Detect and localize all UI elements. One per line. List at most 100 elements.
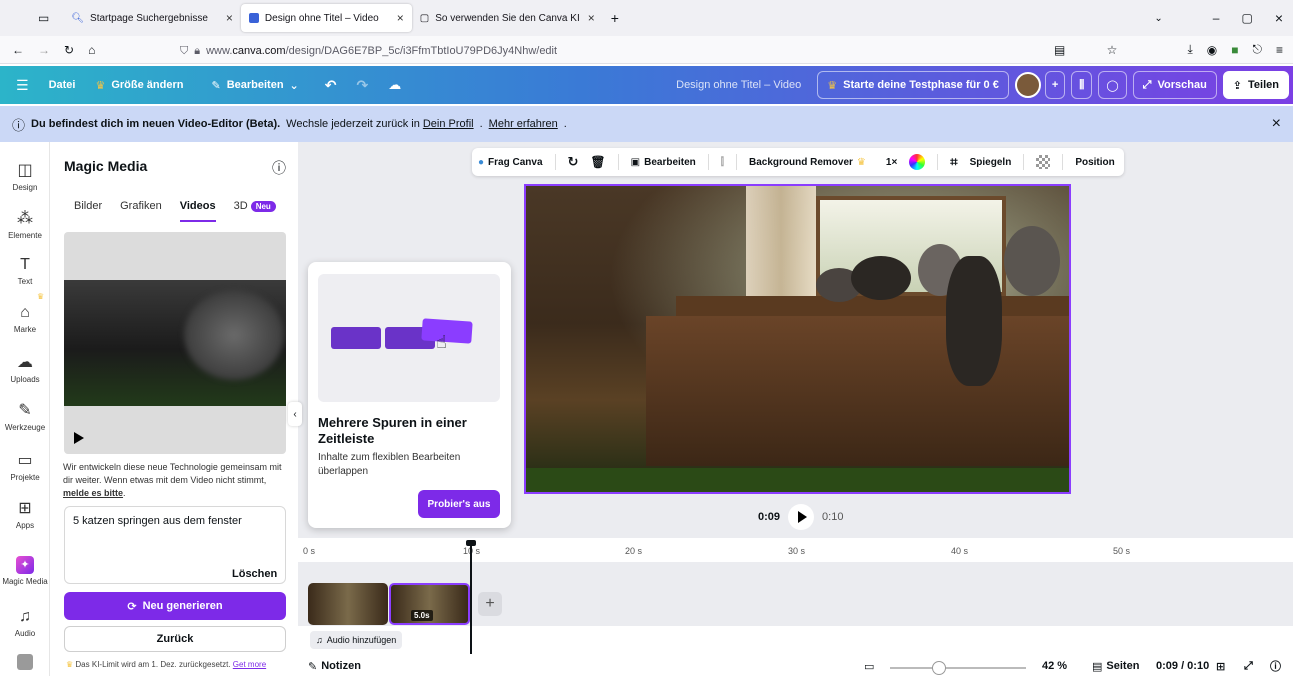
page-view-icon[interactable]: ▭ xyxy=(864,660,874,673)
zoom-slider-handle[interactable] xyxy=(932,661,946,675)
rail-item-elements[interactable]: ⁂ Elemente xyxy=(0,208,50,240)
close-banner-icon[interactable]: × xyxy=(1272,115,1281,133)
playhead-handle[interactable] xyxy=(466,540,476,546)
add-audio-button[interactable]: ♫ Audio hinzufügen xyxy=(310,631,403,649)
browser-tab-help[interactable]: ▢ So verwenden Sie den Canva KI × xyxy=(412,4,603,32)
tab-graphics[interactable]: Grafiken xyxy=(120,200,162,222)
comments-button[interactable]: ◯ xyxy=(1098,71,1127,99)
resize-label: Größe ändern xyxy=(111,79,184,91)
play-icon[interactable] xyxy=(74,432,84,444)
resize-button[interactable]: ♛ Größe ändern xyxy=(85,66,193,104)
info-icon[interactable]: ⓘ xyxy=(272,158,286,178)
browser-tab-canva[interactable]: Design ohne Titel – Video × xyxy=(240,4,412,32)
tab-overflow-icon[interactable]: ⌄ xyxy=(1154,13,1162,24)
account-icon[interactable]: ◉ xyxy=(1207,43,1217,57)
browser-tab-startpage[interactable]: 🔍︎ Startpage Suchergebnisse × xyxy=(63,4,241,32)
start-trial-button[interactable]: ♛ Starte deine Testphase für 0 € xyxy=(817,71,1009,99)
forward-icon[interactable]: → xyxy=(38,43,50,57)
video-clip-selected[interactable]: 5.0s xyxy=(389,583,470,625)
edit-mode-button[interactable]: ✎ Bearbeiten ⌄ xyxy=(201,66,308,104)
grid-view-icon[interactable]: ⊞ xyxy=(1216,660,1225,673)
new-tab-icon[interactable]: + xyxy=(611,10,619,26)
pages-button[interactable]: ▤ Seiten xyxy=(1092,660,1139,673)
ask-canva-button[interactable]: ● Frag Canva xyxy=(478,157,543,168)
redo-button[interactable]: ↷ xyxy=(347,66,379,104)
generated-video-preview[interactable] xyxy=(64,232,286,454)
rail-item-design[interactable]: ◫ Design xyxy=(0,160,50,192)
hamburger-menu-button[interactable]: ☰ xyxy=(0,66,39,104)
avatar[interactable] xyxy=(1014,72,1041,98)
file-menu-button[interactable]: Datei xyxy=(39,66,86,104)
rail-item-text[interactable]: T Text xyxy=(0,256,50,286)
fullscreen-icon[interactable]: ⤢ xyxy=(1244,660,1253,673)
folder-icon: ▭ xyxy=(17,452,33,469)
share-button[interactable]: ⇪ Teilen xyxy=(1222,71,1289,99)
maximize-icon[interactable]: ▢ xyxy=(1241,11,1252,25)
back-button[interactable]: Zurück xyxy=(64,626,286,652)
add-clip-button[interactable]: + xyxy=(478,592,502,616)
zoom-level[interactable]: 42 % xyxy=(1042,660,1067,672)
add-collaborator-button[interactable]: + xyxy=(1044,71,1066,99)
clear-button[interactable]: Löschen xyxy=(232,568,277,580)
rail-item-projects[interactable]: ▭ Projekte xyxy=(0,450,50,482)
get-more-link[interactable]: Get more xyxy=(233,660,266,669)
background-remover-button[interactable]: Background Remover ♛ xyxy=(749,157,866,168)
share-icon[interactable]: ⎋ xyxy=(1252,42,1262,57)
zoom-slider[interactable] xyxy=(890,667,1026,669)
collapse-panel-button[interactable]: ‹ xyxy=(288,402,302,426)
tab-images[interactable]: Bilder xyxy=(74,200,102,222)
rail-item-audio[interactable]: ♫ Audio xyxy=(0,608,50,638)
close-tab-icon[interactable]: × xyxy=(588,11,595,25)
playhead[interactable] xyxy=(470,542,472,654)
regenerate-button[interactable]: ⟳ Neu generieren xyxy=(64,592,286,620)
transparency-icon[interactable] xyxy=(1036,155,1051,169)
report-link[interactable]: melde es bitte xyxy=(63,488,123,498)
edit-video-button[interactable]: ▣ Bearbeiten xyxy=(631,157,696,168)
close-tab-icon[interactable]: × xyxy=(397,11,404,25)
rail-item-more[interactable] xyxy=(0,654,50,675)
tab-videos[interactable]: Videos xyxy=(179,200,216,222)
try-it-button[interactable]: Probier's aus xyxy=(418,490,500,518)
help-icon[interactable]: ⓘ xyxy=(1270,658,1281,674)
reload-icon[interactable]: ↻ xyxy=(64,43,74,57)
preview-button[interactable]: ⤢ Vorschau xyxy=(1132,71,1217,99)
rail-item-uploads[interactable]: ☁ Uploads xyxy=(0,352,50,384)
rail-item-brand[interactable]: ♛ ⌂ Marke xyxy=(0,292,50,334)
notes-button[interactable]: ✎ Notizen xyxy=(308,660,361,673)
back-icon[interactable]: ← xyxy=(12,43,24,57)
trash-icon[interactable]: 🗑︎ xyxy=(590,155,605,169)
video-canvas[interactable] xyxy=(524,184,1071,494)
insights-button[interactable]: ⫼ xyxy=(1071,71,1093,99)
close-tab-icon[interactable]: × xyxy=(226,11,233,25)
bookmark-icon[interactable]: ☆ xyxy=(1107,43,1118,57)
learn-more-link[interactable]: Mehr erfahren xyxy=(489,118,558,130)
rail-item-apps[interactable]: ⊞ Apps xyxy=(0,498,50,530)
rail-item-magic-media[interactable]: ✦ Magic Media xyxy=(0,556,50,586)
document-title[interactable]: Design ohne Titel – Video xyxy=(676,79,801,91)
home-icon[interactable]: ⌂ xyxy=(88,43,95,57)
video-clip[interactable] xyxy=(308,583,388,625)
split-icon[interactable]: ⫿ xyxy=(721,157,724,168)
profile-link[interactable]: Dein Profil xyxy=(423,118,474,130)
play-button[interactable] xyxy=(788,504,815,530)
downloads-icon[interactable]: ⤓ xyxy=(1187,42,1192,57)
save-status-button[interactable]: ☁ xyxy=(378,66,411,104)
minimize-icon[interactable]: – xyxy=(1213,11,1220,25)
close-window-icon[interactable]: × xyxy=(1275,10,1283,26)
position-button[interactable]: Position xyxy=(1075,157,1114,168)
overlay-track[interactable] xyxy=(298,562,1293,582)
url-bar[interactable]: ⛉ 🔒︎ www. canva.com/design/DAG6E7BP_5c/i3… xyxy=(180,40,1090,62)
replace-icon[interactable]: ↻ xyxy=(568,154,579,170)
rail-item-tools[interactable]: ✎ Werkzeuge xyxy=(0,400,50,432)
undo-button[interactable]: ↶ xyxy=(315,66,347,104)
extension-icon[interactable]: ■ xyxy=(1231,43,1238,57)
speed-button[interactable]: 1× xyxy=(886,157,897,168)
video-thumbnail xyxy=(64,280,286,406)
flip-button[interactable]: Spiegeln xyxy=(970,157,1012,168)
tab-3d[interactable]: 3D Neu xyxy=(234,200,276,222)
color-wheel-icon[interactable] xyxy=(909,154,926,170)
crop-icon[interactable]: ⌗ xyxy=(950,154,957,170)
cat-blur-shape xyxy=(184,290,284,380)
tab-list-icon[interactable]: ▭ xyxy=(38,11,49,25)
menu-icon[interactable]: ≡ xyxy=(1276,43,1283,57)
